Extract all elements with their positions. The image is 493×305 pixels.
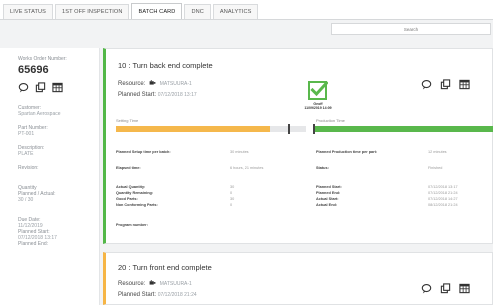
search-bar [0,20,493,38]
comment-icon[interactable] [421,79,432,90]
works-order-number: 65696 [18,64,49,76]
detail-key: Program number: [116,223,148,227]
checkmark-icon [308,80,329,100]
completed-at: 11/09/2019 14:09 [304,106,332,110]
planned-start-row: Planned Start: 07/12/2018 13:17 [118,92,197,98]
tab-batch-card[interactable]: BATCH CARD [131,3,183,19]
operation-actions [421,283,470,294]
detail-key: Non Conforming Parts: [116,203,158,207]
detail-value: 08/12/2018 21:24 [428,203,458,207]
resource-value: MATSUURA-1 [159,81,192,88]
detail-value: 30 [230,197,235,201]
tab-dnc[interactable]: DNC [184,4,211,19]
completion-badge: Geoff 11/09/2019 14:09 [292,80,344,110]
table-icon[interactable] [52,82,63,93]
production-time-label: Production Time [316,118,345,123]
description-value: PLATE [18,151,34,157]
planned-end-label: Planned End: [18,241,49,247]
detail-key: Quantity Remaining: [116,191,154,195]
resource-row: Resource: MATSUURA-1 [118,280,192,287]
detail-key: Planned Production time per part: [316,150,378,154]
planned-start-row: Planned Start: 07/12/2018 21:24 [118,292,197,298]
detail-value: 07/12/2018 14:27 [428,197,458,201]
sidebar-actions [18,82,99,93]
tab-first-off-inspection[interactable]: 1ST OFF INSPECTION [55,4,130,19]
detail-value: 6 hours, 21 minutes [230,166,264,170]
detail-key: Status: [316,166,329,170]
planned-start-label: Planned Start: [118,92,157,98]
detail-key: Actual End: [316,203,338,207]
works-order-sidebar: Works Order Number: 65696 Customer: Spar… [0,48,100,305]
operation-actions [421,79,470,90]
operation-title: 20 : Turn front end complete [118,263,212,272]
detail-value: 30 minutes [230,150,249,154]
detail-key: Actual Quantity: [116,185,146,189]
detail-key: Planned Start: [316,185,342,189]
copy-icon[interactable] [35,82,46,93]
tab-analytics[interactable]: ANALYTICS [212,4,259,19]
quantity-value: 30 / 30 [18,197,34,203]
revision-label: Revision: [18,165,39,171]
works-order-label: Works Order Number: [18,56,67,62]
robot-icon [149,280,156,287]
planned-start-value: 07/12/2018 21:24 [157,292,197,298]
copy-icon[interactable] [440,79,451,90]
detail-key: Actual Start: [316,197,339,201]
setup-progress-marker [288,124,290,134]
detail-value: 07/12/2018 21:24 [428,191,458,195]
operation-title: 10 : Turn back end complete [118,61,213,70]
detail-value: 0 [230,191,233,195]
setup-time-label: Setting Time [116,118,139,123]
comment-icon[interactable] [18,82,29,93]
production-progress-bar [313,124,493,134]
tab-bar: LIVE STATUS 1ST OFF INSPECTION BATCH CAR… [0,0,493,20]
detail-key: Elapsed time: [116,166,141,170]
detail-value: Finished [428,166,443,170]
detail-key: Good Parts: [116,197,138,201]
setup-progress-bar [116,124,306,134]
detail-value: 30 [230,185,235,189]
part-number-value: PT-001 [18,131,35,137]
planned-start-label: Planned Start: [118,292,157,298]
detail-value: 07/12/2018 13:17 [428,185,458,189]
search-input[interactable] [331,23,491,35]
operation-card: 10 : Turn back end complete Resource: MA… [103,48,493,244]
copy-icon[interactable] [440,283,451,294]
resource-row: Resource: MATSUURA-1 [118,80,192,87]
detail-key: Planned End: [316,191,341,195]
detail-key: Planned Setup time per batch: [116,150,171,154]
tab-live-status[interactable]: LIVE STATUS [3,4,54,19]
detail-value: 12 minutes [428,150,447,154]
customer-value: Spartan Aerospace [18,111,61,117]
planned-start-value: 07/12/2018 13:17 [157,92,197,98]
resource-label: Resource: [118,81,146,88]
operation-card: 20 : Turn front end complete Resource: M… [103,252,493,305]
setup-progress-fill [116,126,270,132]
table-icon[interactable] [459,79,470,90]
table-icon[interactable] [459,283,470,294]
detail-value: 0 [230,203,233,207]
production-progress-fill [313,126,493,132]
resource-label: Resource: [118,281,146,288]
resource-value: MATSUURA-1 [159,281,192,288]
production-progress-marker [313,124,315,134]
comment-icon[interactable] [421,283,432,294]
robot-icon [149,80,156,87]
